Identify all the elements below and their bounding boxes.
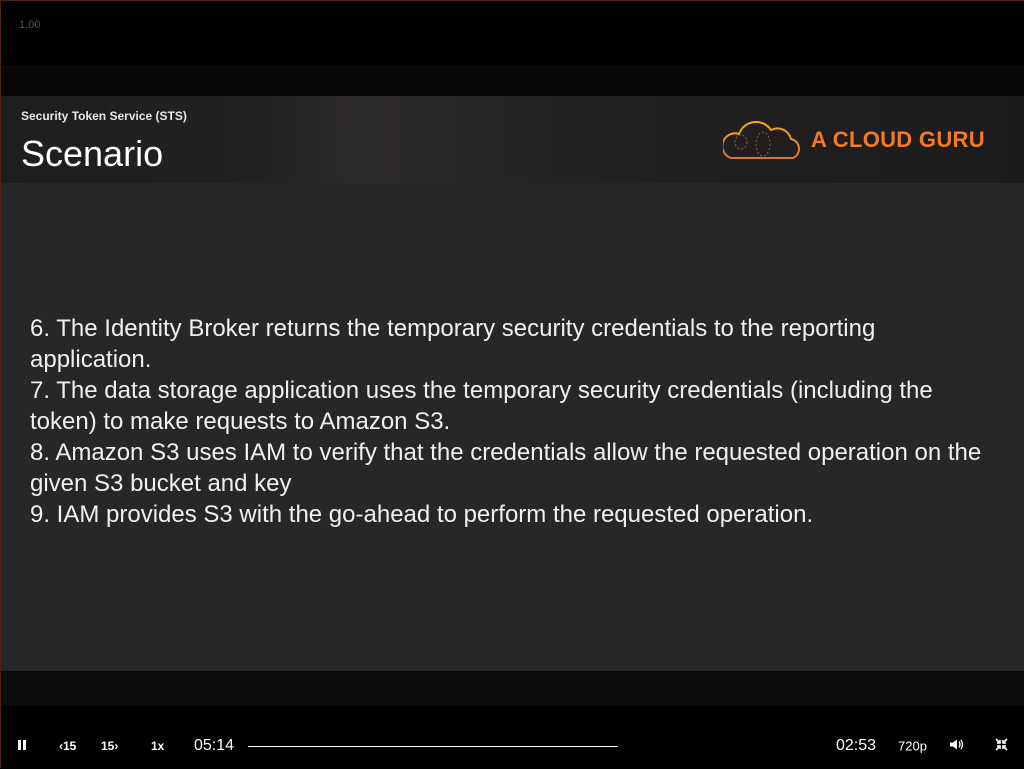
speed-button[interactable]: 1x [151,739,164,753]
step-6: 6. The Identity Broker returns the tempo… [30,315,876,373]
quality-button[interactable]: 720p [898,739,927,754]
player-controls: ‹15 15› 1x 05:14 02:53 720p [1,706,1024,769]
slide-header: Security Token Service (STS) Scenario A … [1,96,1024,183]
volume-icon [950,739,964,750]
letterbox-top [1,65,1024,96]
step-8: 8. Amazon S3 uses IAM to verify that the… [30,439,982,497]
rewind-15-button[interactable]: ‹15 [59,739,76,753]
volume-button[interactable] [950,739,966,754]
pause-icon [18,740,26,750]
elapsed-time: 05:14 [194,737,235,754]
forward-15-button[interactable]: 15› [101,739,118,753]
letterbox-bottom [1,671,1024,706]
exit-fullscreen-button[interactable] [995,738,1008,754]
slide-body: 6. The Identity Broker returns the tempo… [1,183,1024,671]
top-bar: 1.00 [1,1,1024,65]
remaining-time: 02:53 [836,737,877,754]
pause-button[interactable] [17,739,27,753]
progress-bar[interactable] [248,746,618,747]
slide-subtitle: Security Token Service (STS) [21,109,187,123]
step-7: 7. The data storage application uses the… [30,377,933,435]
logo: A CLOUD GURU [723,118,985,162]
playback-rate-readout: 1.00 [19,19,41,31]
cloud-logo-icon [723,120,801,159]
exit-fullscreen-icon [995,738,1008,751]
slide-title: Scenario [21,133,164,174]
scenario-steps: 6. The Identity Broker returns the tempo… [30,313,1000,530]
logo-text: A CLOUD GURU [811,127,985,152]
step-9: 9. IAM provides S3 with the go-ahead to … [30,501,814,528]
